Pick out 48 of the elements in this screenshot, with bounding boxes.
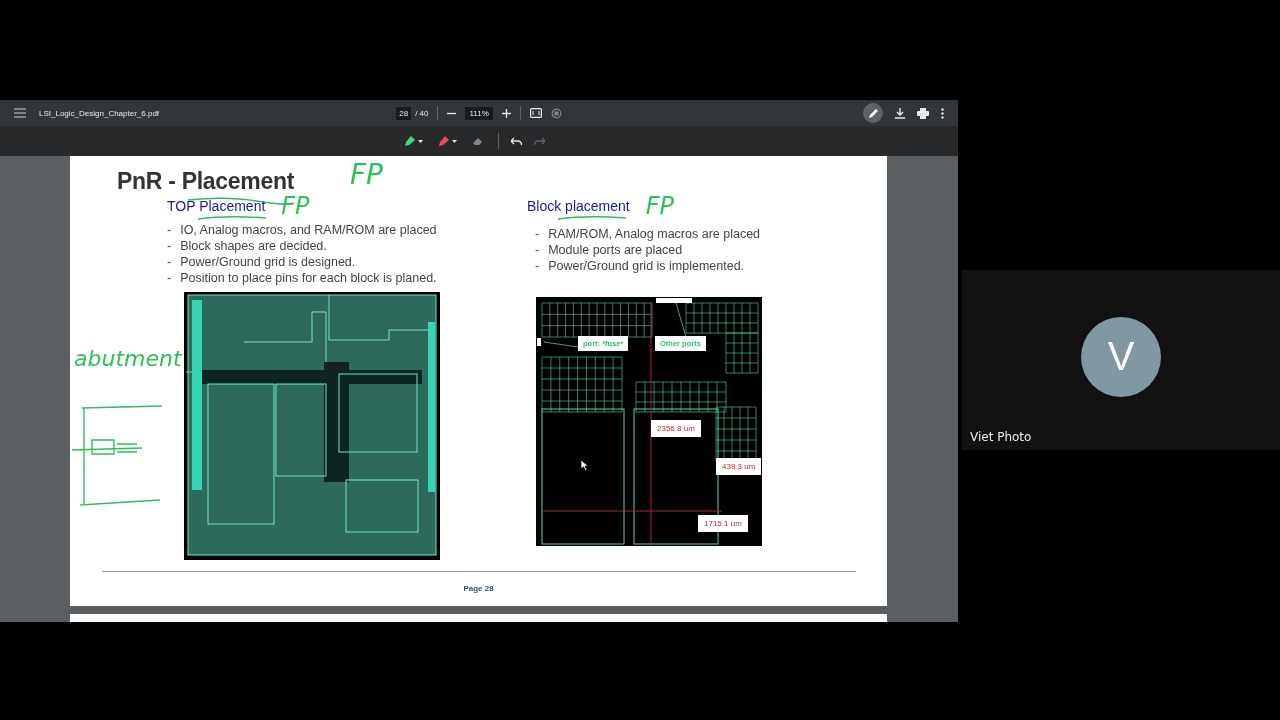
bullet-dash: - xyxy=(535,258,540,274)
more-icon[interactable] xyxy=(941,107,944,119)
dimension-label: 2356.8 um xyxy=(651,420,701,437)
handwritten-note: abutment xyxy=(74,346,182,371)
bullet-dash: - xyxy=(167,254,172,270)
bullet-dash: - xyxy=(167,222,172,238)
highlighter-tool-button[interactable] xyxy=(437,134,459,148)
page-total: / 40 xyxy=(415,108,429,118)
section-heading: TOP Placement xyxy=(167,198,266,214)
bullet-text: Power/Ground grid is designed. xyxy=(180,254,356,270)
zoom-in-icon[interactable] xyxy=(501,108,511,118)
ink-stroke xyxy=(557,214,627,222)
menu-icon[interactable] xyxy=(14,108,26,118)
redo-icon[interactable] xyxy=(534,136,545,146)
download-icon[interactable] xyxy=(895,107,905,119)
ink-stroke xyxy=(197,214,267,222)
zoom-field[interactable]: 111% xyxy=(465,106,493,120)
handwritten-note: FP xyxy=(281,194,310,218)
handwritten-note: FP xyxy=(645,194,674,218)
bullet-text: Module ports are placed xyxy=(548,242,683,258)
bullet-text: RAM/ROM, Analog macros are placed xyxy=(548,226,761,242)
avatar: V xyxy=(1081,316,1161,397)
handwritten-note: FP xyxy=(350,158,383,191)
dimension-label: 1715.1 um xyxy=(698,515,748,532)
bullet-dash: - xyxy=(167,238,172,254)
caret-icon xyxy=(418,139,423,143)
bullet-text: Position to place pins for each block is planed. xyxy=(180,270,437,286)
page-number-field[interactable]: 28 xyxy=(396,106,412,120)
bullet-dash: - xyxy=(167,270,172,286)
section-heading: Block placement xyxy=(527,198,630,214)
pencil-icon xyxy=(867,107,879,119)
undo-icon[interactable] xyxy=(511,136,522,146)
bullet-text: Power/Ground grid is implemented. xyxy=(548,258,745,274)
participant-name: Viet Photo xyxy=(970,430,1032,444)
file-name: LSI_Logic_Design_Chapter_6.pdf xyxy=(39,108,160,118)
slide-title: PnR - Placement xyxy=(117,168,294,195)
fit-page-icon[interactable] xyxy=(529,108,542,118)
eraser-icon xyxy=(473,136,484,146)
caret-icon xyxy=(452,139,457,143)
page-footer: Page 28 xyxy=(70,584,887,593)
bullet-text: Block shapes are decided. xyxy=(180,238,327,254)
bullet-dash: - xyxy=(535,226,540,242)
dimension-label: 439.3 um xyxy=(716,458,762,475)
cursor-icon xyxy=(580,459,589,471)
bullet-dash: - xyxy=(535,242,540,258)
bullet-text: IO, Analog macros, and RAM/ROM are placed xyxy=(180,222,437,238)
annotate-button[interactable] xyxy=(863,103,883,123)
pen-tool-button[interactable] xyxy=(403,134,425,148)
